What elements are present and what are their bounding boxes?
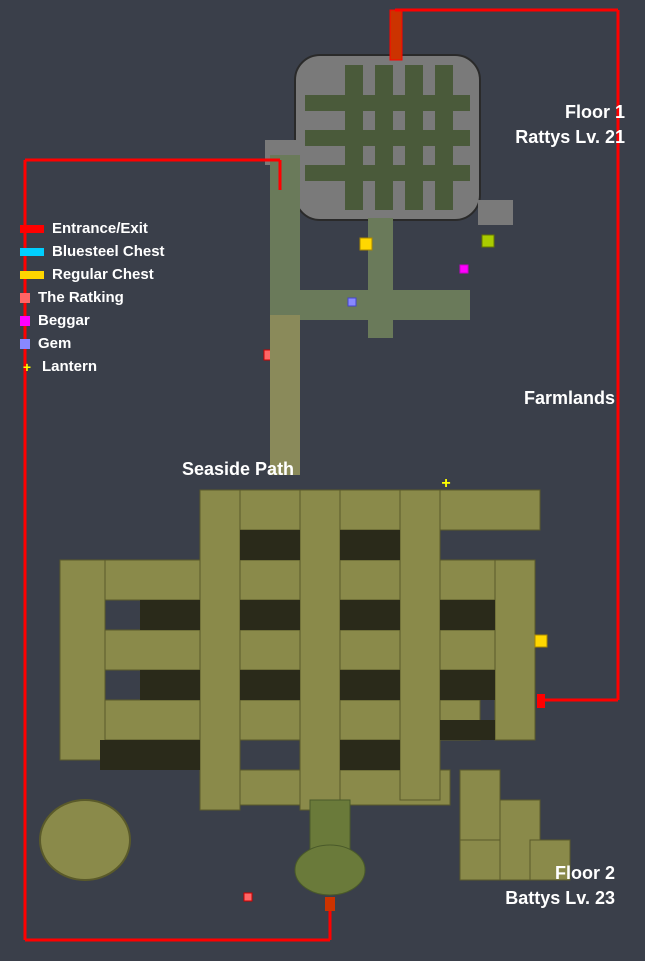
beggar-dot [20,316,30,326]
legend: Entrance/Exit Bluesteel Chest Regular Ch… [20,220,165,381]
bluesteel-chest-label: Bluesteel Chest [52,243,165,260]
lantern-label: Lantern [42,358,97,375]
legend-item-lantern: + Lantern [20,358,165,375]
ratking-dot [20,293,30,303]
svg-text:+: + [441,475,450,492]
legend-item-regular: Regular Chest [20,266,165,283]
legend-item-beggar: Beggar [20,312,165,329]
regular-chest-label: Regular Chest [52,266,154,283]
seaside-path-label: Seaside Path [182,459,294,480]
legend-item-ratking: The Ratking [20,289,165,306]
ratking-label: The Ratking [38,289,124,306]
floor2-label: Floor 2 Battys Lv. 23 [505,861,615,911]
legend-item-entrance: Entrance/Exit [20,220,165,237]
legend-item-bluesteel: Bluesteel Chest [20,243,165,260]
entrance-exit-label: Entrance/Exit [52,220,148,237]
map-container: + Seaside Path Floor 1 Rattys Lv. 21 Far… [0,0,645,961]
lantern-cross: + [20,360,34,374]
regular-chest-swatch [20,271,44,279]
bluesteel-chest-swatch [20,248,44,256]
gem-label: Gem [38,335,71,352]
floor1-label: Floor 1 Rattys Lv. 21 [515,100,625,150]
entrance-exit-swatch [20,225,44,233]
legend-item-gem: Gem [20,335,165,352]
beggar-label: Beggar [38,312,90,329]
gem-dot [20,339,30,349]
farmlands-label: Farmlands [524,388,615,409]
